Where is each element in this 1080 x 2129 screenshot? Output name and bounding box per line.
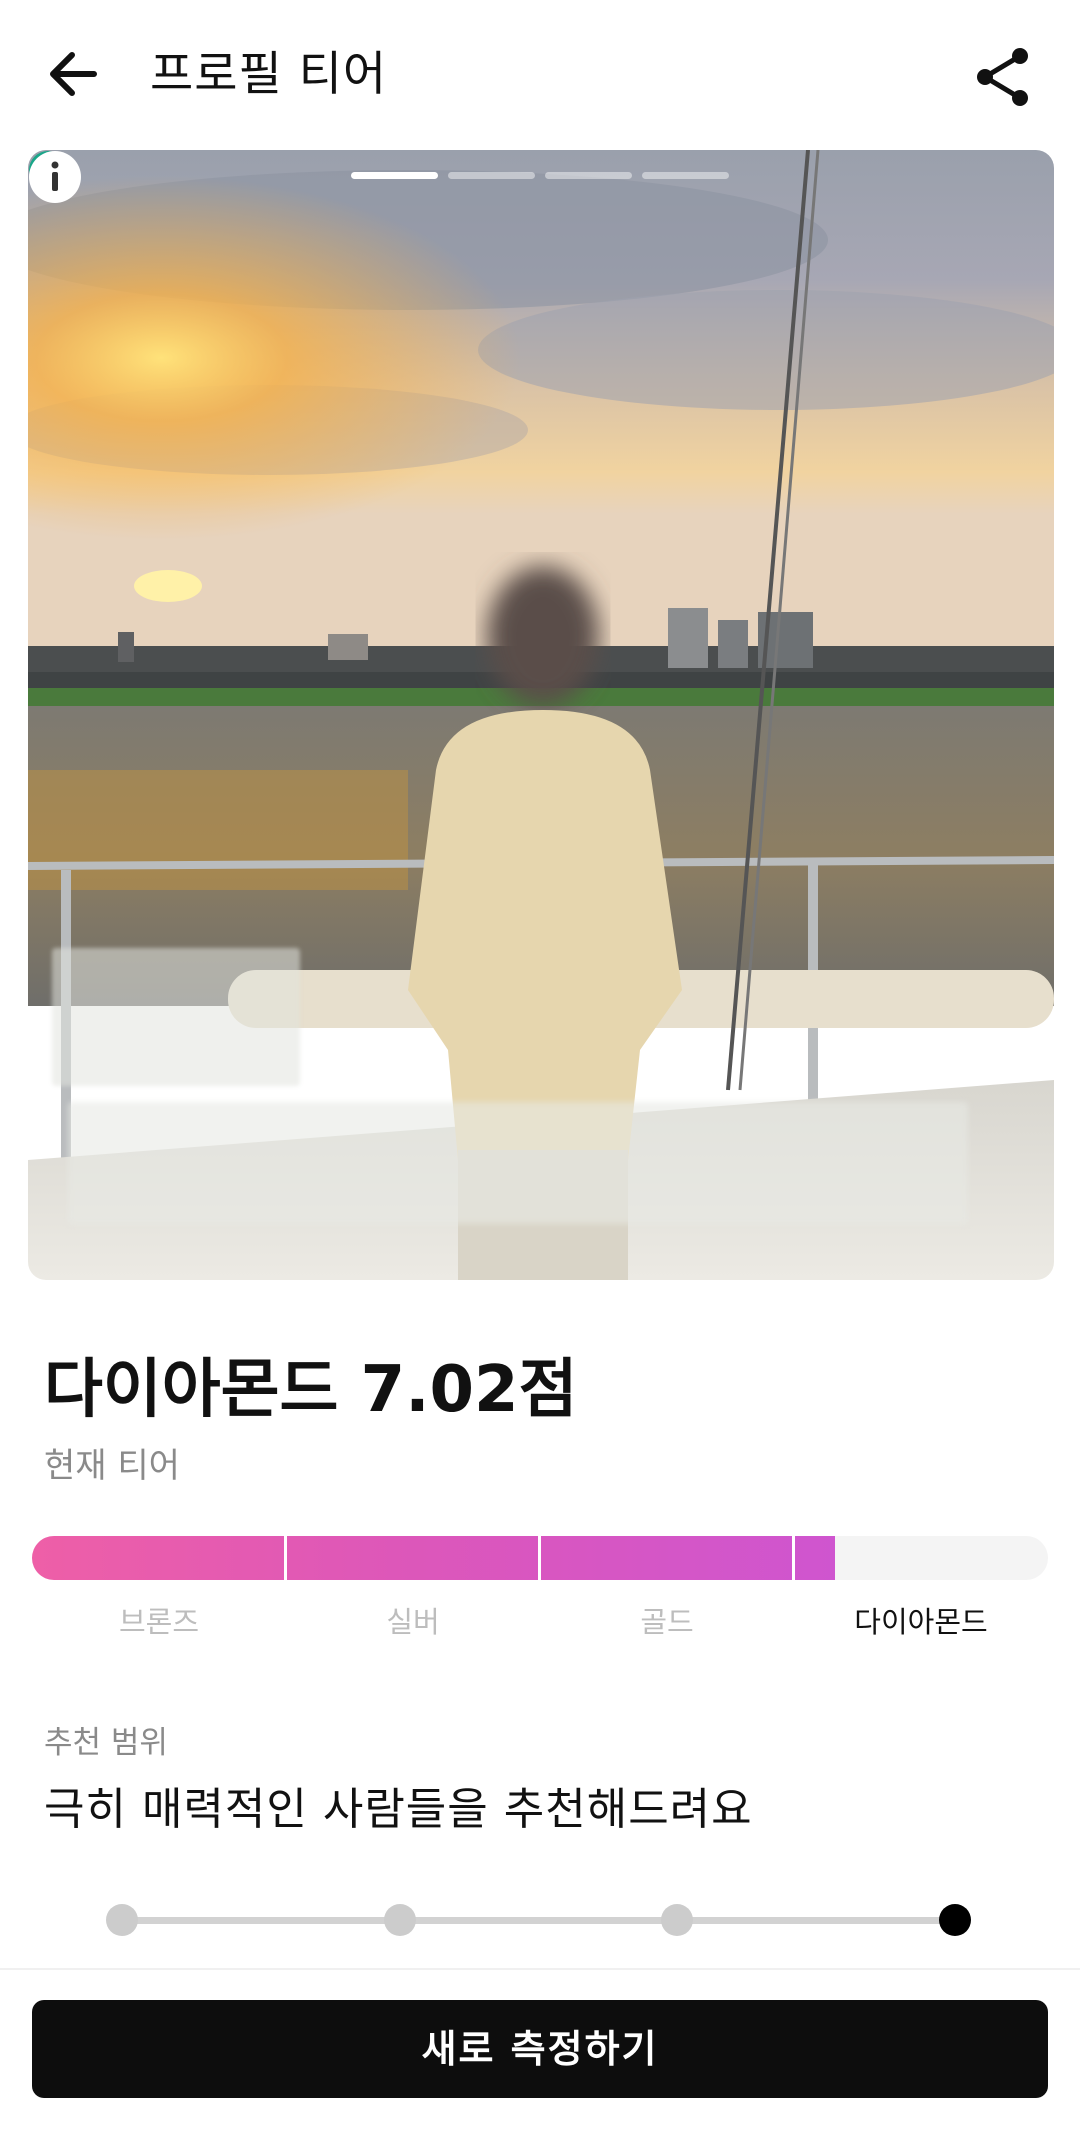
slider-step-1[interactable]	[106, 1904, 138, 1936]
info-icon[interactable]	[28, 150, 82, 204]
photo-indicator	[545, 172, 632, 179]
photo-indicator	[642, 172, 729, 179]
arrow-left-icon	[50, 52, 97, 96]
tier-progress-fill	[32, 1536, 835, 1580]
measure-again-button[interactable]: 새로 측정하기	[32, 2000, 1048, 2098]
recommendation-range-slider[interactable]	[104, 1900, 974, 1940]
tier-divider	[792, 1536, 795, 1580]
share-icon	[977, 48, 1028, 106]
slider-step-2[interactable]	[384, 1904, 416, 1936]
photo-indicator	[351, 172, 438, 179]
share-button[interactable]	[968, 42, 1038, 112]
slider-track	[122, 1917, 954, 1924]
tier-label-diamond: 다이아몬드	[854, 1605, 988, 1639]
tier-label-bronze: 브론즈	[118, 1605, 200, 1639]
blurred-profile-description	[68, 1102, 968, 1224]
tier-label-gold: 골드	[640, 1605, 694, 1639]
slider-step-3[interactable]	[661, 1904, 693, 1936]
top-app-bar: 프로필 티어	[0, 0, 1080, 150]
tier-label-silver: 실버	[386, 1605, 440, 1639]
current-tier-caption: 현재 티어	[44, 1446, 180, 1486]
photo-indicator	[448, 172, 535, 179]
page-title: 프로필 티어	[150, 47, 388, 102]
tier-labels: 브론즈 실버 골드 다이아몬드	[32, 1602, 1048, 1642]
blurred-profile-name	[52, 948, 300, 1086]
profile-photo-card[interactable]	[28, 150, 1054, 1280]
tier-divider	[284, 1536, 287, 1580]
tier-progress-bar	[32, 1536, 1048, 1580]
recommendation-range-heading: 추천 범위	[44, 1725, 168, 1761]
back-button[interactable]	[40, 40, 110, 110]
recommendation-range-text: 극히 매력적인 사람들을 추천해드려요	[44, 1784, 753, 1835]
slider-step-4[interactable]	[939, 1904, 971, 1936]
tier-score-title: 다이아몬드 7.02점	[44, 1353, 578, 1427]
bottom-divider	[0, 1968, 1080, 1970]
photo-page-indicators	[351, 172, 729, 180]
tier-divider	[538, 1536, 541, 1580]
